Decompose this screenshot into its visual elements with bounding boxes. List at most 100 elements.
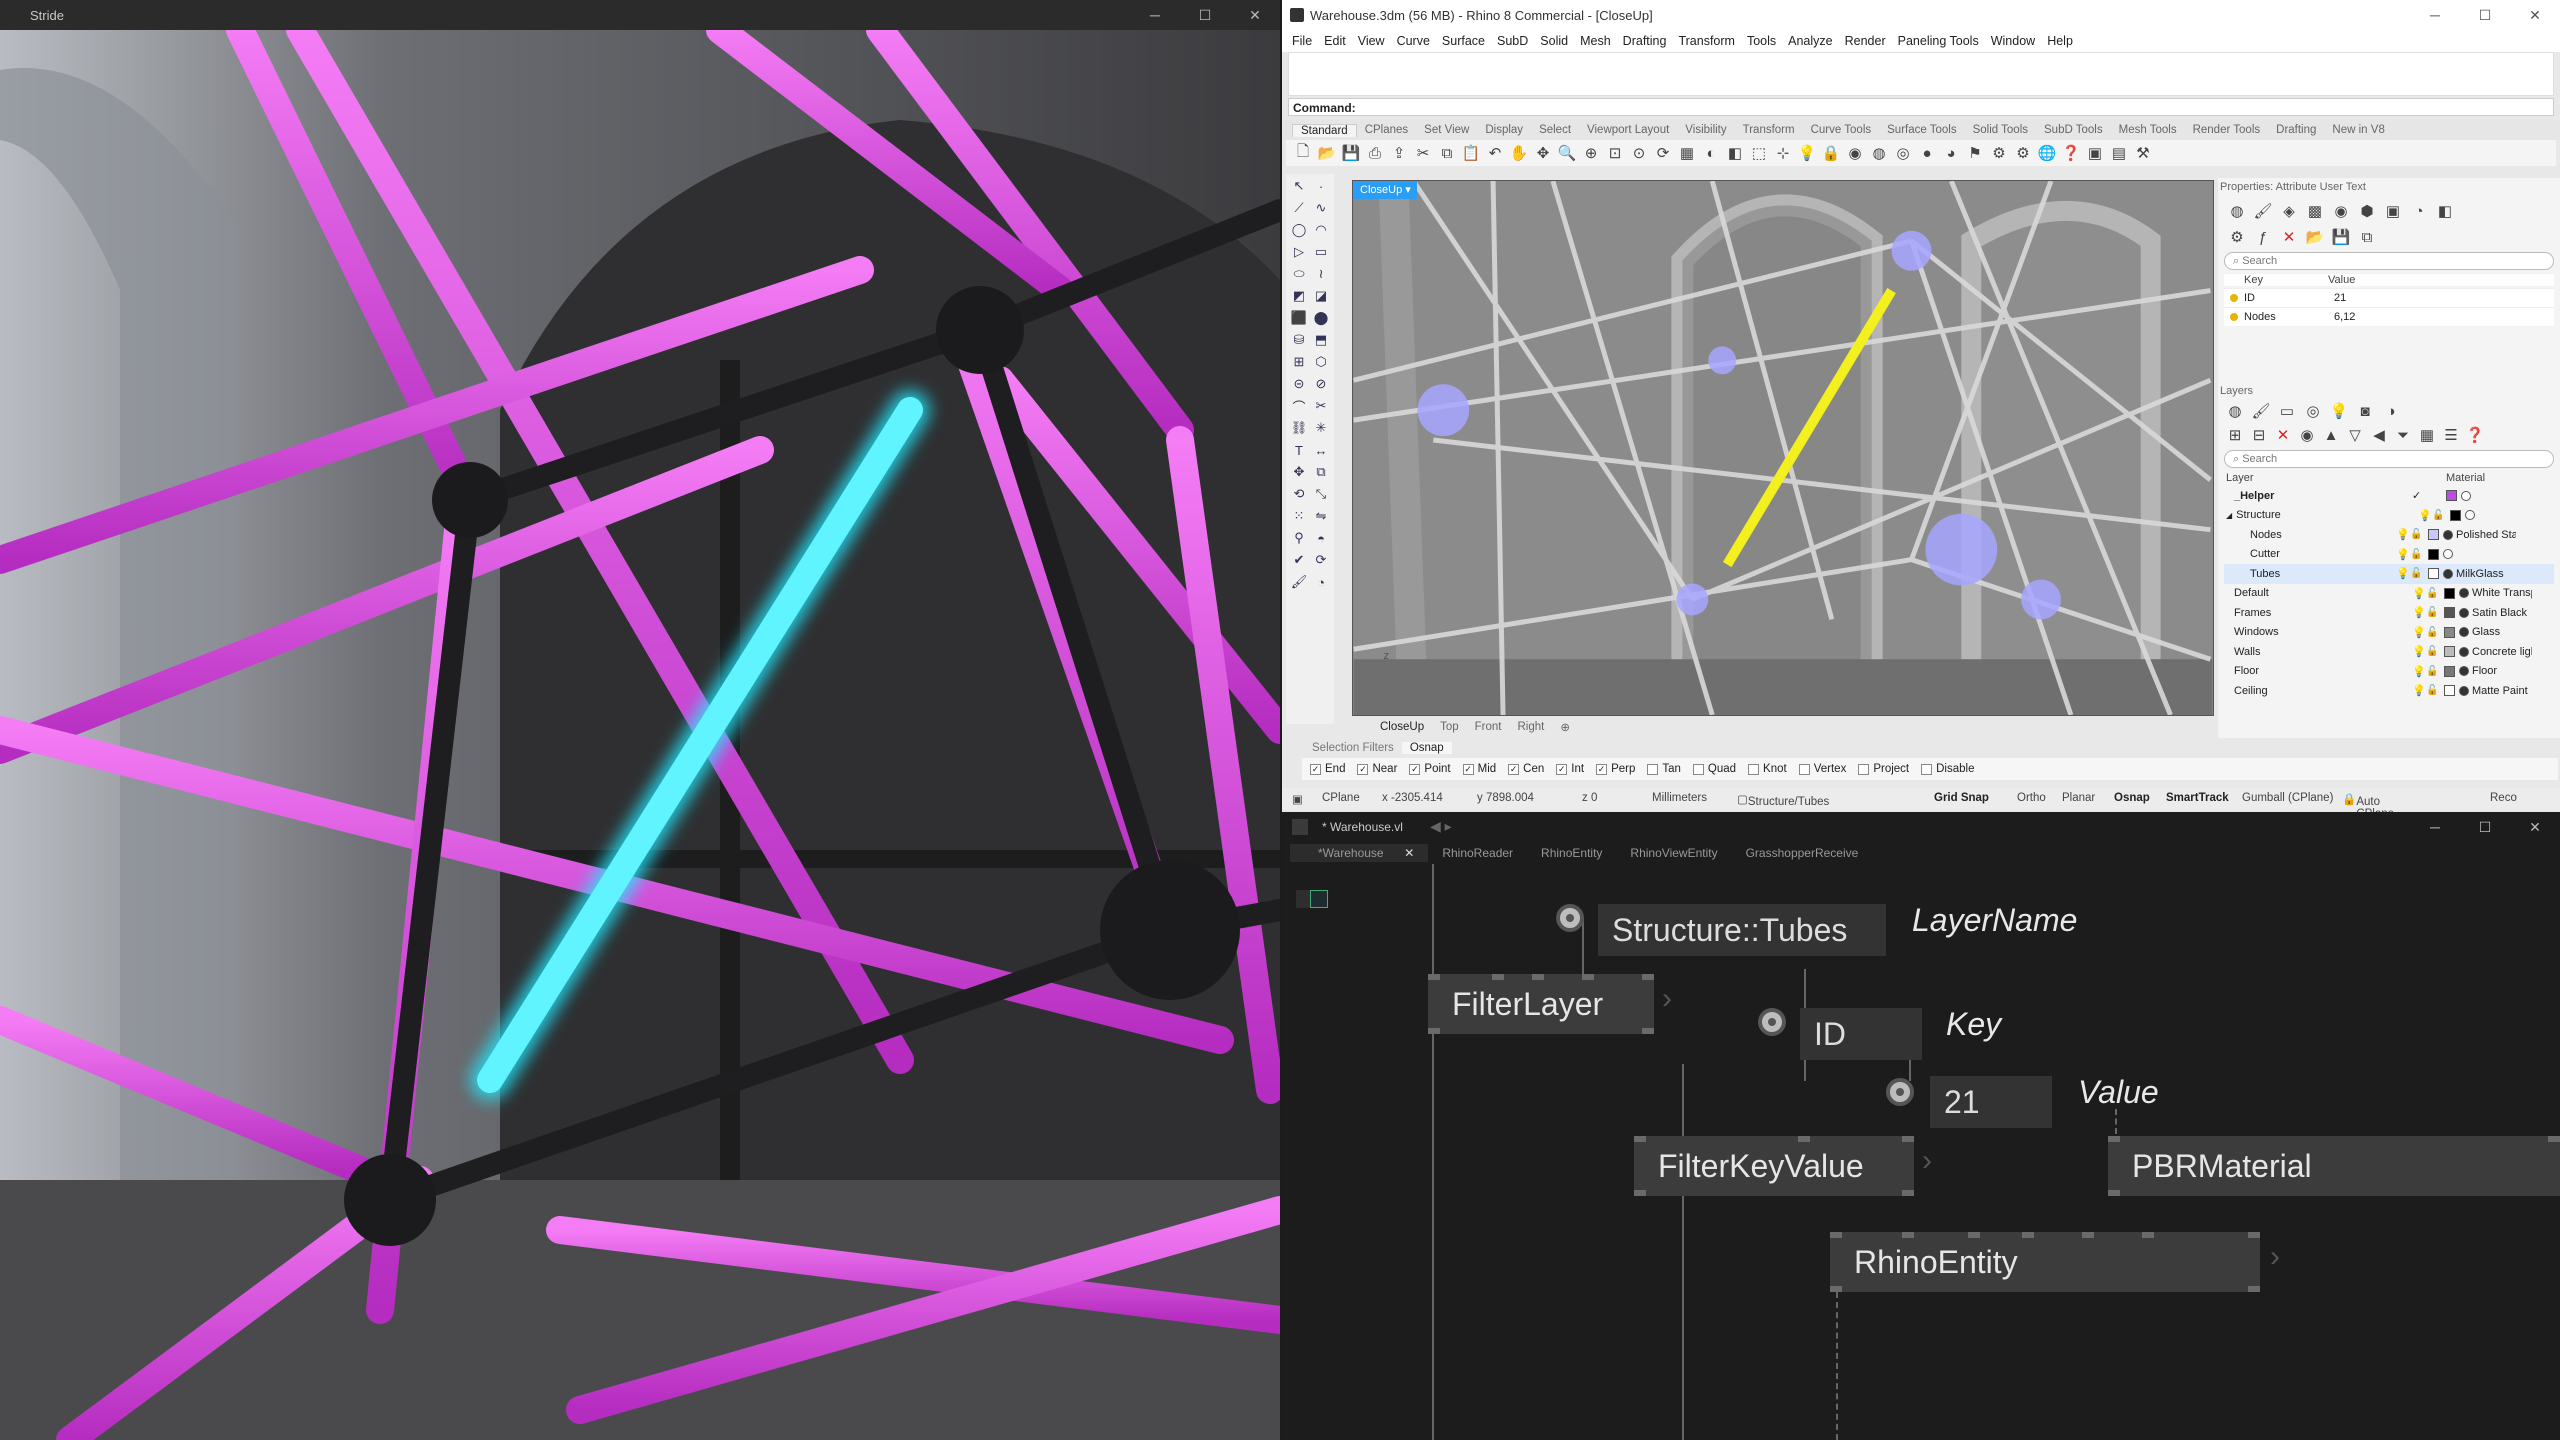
join-icon[interactable]: ⛓ — [1289, 418, 1309, 438]
tab-standard[interactable]: Standard — [1292, 123, 1357, 137]
close-icon[interactable]: ✕ — [2510, 0, 2560, 30]
rhino-titlebar[interactable]: Warehouse.3dm (56 MB) - Rhino 8 Commerci… — [1282, 0, 2560, 30]
osnap-disable-checkbox[interactable]: Disable — [1921, 763, 1974, 775]
osnap-end-checkbox[interactable]: ✓ End — [1310, 763, 1345, 775]
status-ortho[interactable]: Ortho — [2017, 792, 2046, 804]
lightbulb-icon[interactable]: 💡 — [2412, 645, 2426, 658]
key-column-header[interactable]: Key — [2224, 274, 2328, 286]
layer-color-swatch[interactable] — [2444, 685, 2455, 697]
trim-icon[interactable]: ✂ — [1311, 396, 1331, 416]
color-wheel-icon[interactable]: ◍ — [1868, 142, 1890, 164]
tab-viewport-layout[interactable]: Viewport Layout — [1579, 124, 1677, 136]
layer-props-icon[interactable]: ◍ — [2224, 400, 2246, 422]
undo-icon[interactable]: ↶ — [1484, 142, 1506, 164]
point-icon[interactable]: · — [1311, 176, 1331, 196]
tab-rhinoreader[interactable]: RhinoReader — [1428, 844, 1527, 862]
copy-object-icon[interactable]: ⧉ — [1311, 462, 1331, 482]
extrude-icon[interactable]: ⬒ — [1311, 330, 1331, 350]
layer-row[interactable]: Windows 💡 🔓 Glass — [2224, 623, 2554, 643]
add-viewport-icon[interactable]: ⊕ — [1552, 720, 1578, 734]
layers-help-icon[interactable]: ❓ — [2464, 424, 2486, 446]
paint-icon[interactable]: 🖌 — [1289, 572, 1309, 592]
layer-row[interactable]: Ceiling 💡 🔓 Matte Paint — [2224, 681, 2554, 701]
tab-render-tools[interactable]: Render Tools — [2185, 124, 2269, 136]
layer-material[interactable]: Glass — [2472, 626, 2532, 638]
layers-search[interactable]: ⌕ Search — [2224, 450, 2554, 468]
pan-icon[interactable]: ✋ — [1508, 142, 1530, 164]
texture-props-icon[interactable]: ◈ — [2278, 200, 2300, 222]
dimension-icon[interactable]: ↔ — [1311, 440, 1331, 460]
layer-color-swatch[interactable] — [2444, 587, 2455, 599]
hide-icon[interactable]: ◐ — [1700, 142, 1722, 164]
text-icon[interactable]: T — [1289, 440, 1309, 460]
layer-row[interactable]: Tubes 💡 🔓 MilkGlass — [2224, 564, 2554, 584]
zoom-icon[interactable]: 🔍 — [1556, 142, 1578, 164]
status-units[interactable]: Millimeters — [1652, 792, 1707, 804]
lightbulb-icon[interactable]: 💡 — [2412, 684, 2426, 697]
lightbulb-icon[interactable]: 💡 — [2396, 548, 2410, 561]
menu-render[interactable]: Render — [1839, 34, 1892, 48]
osnap-cen-checkbox[interactable]: ✓ Cen — [1508, 763, 1544, 775]
tab-curve-tools[interactable]: Curve Tools — [1803, 124, 1880, 136]
options-icon[interactable]: ⚙ — [2012, 142, 2034, 164]
layout-icon[interactable]: ▤ — [2108, 142, 2130, 164]
tab-warehouse[interactable]: *Warehouse ✕ — [1290, 844, 1429, 862]
surface-icon[interactable]: ◩ — [1289, 286, 1309, 306]
export-keys-icon[interactable]: 💾 — [2330, 226, 2352, 248]
material-props-icon[interactable]: 🖌 — [2252, 200, 2274, 222]
zoom-window-icon[interactable]: ⊕ — [1580, 142, 1602, 164]
layer-row[interactable]: Floor 💡 🔓 Floor — [2224, 662, 2554, 682]
unlock-icon[interactable]: 🔓 — [2432, 510, 2446, 521]
shadows-icon[interactable]: ◔ — [2408, 200, 2430, 222]
explode-icon[interactable]: ✳ — [1311, 418, 1331, 438]
layer-row[interactable]: _Helper ✓ — [2224, 486, 2554, 506]
render-props-icon[interactable]: ▣ — [2382, 200, 2404, 222]
layer-material[interactable]: MilkGlass — [2456, 568, 2516, 580]
maximize-icon[interactable]: ☐ — [2460, 0, 2510, 30]
menu-window[interactable]: Window — [1985, 34, 2041, 48]
menu-transform[interactable]: Transform — [1672, 34, 1741, 48]
osnap-project-checkbox[interactable]: Project — [1858, 763, 1909, 775]
pbrmaterial-node[interactable]: PBRMaterial — [2108, 1136, 2560, 1196]
decal-icon[interactable]: ◉ — [2330, 200, 2352, 222]
close-icon[interactable]: ✕ — [1230, 0, 1280, 30]
command-input[interactable]: Command: — [1288, 98, 2554, 116]
layer-color-swatch[interactable] — [2450, 509, 2462, 521]
tab-cplanes[interactable]: CPlanes — [1357, 124, 1416, 136]
layer-color-swatch[interactable] — [2428, 529, 2439, 541]
move-down-icon[interactable]: ▽ — [2344, 424, 2366, 446]
light-icon[interactable]: 💡 — [1796, 142, 1818, 164]
tools-grid-icon[interactable]: ▦ — [2416, 424, 2438, 446]
polygon-icon[interactable]: ▷ — [1289, 242, 1309, 262]
render-tool-icon[interactable]: ◓ — [1311, 528, 1331, 548]
unlock-icon[interactable]: 🔓 — [2426, 666, 2440, 677]
lightbulb-icon[interactable]: 💡 — [2396, 567, 2410, 580]
arc-icon[interactable]: ◠ — [1311, 220, 1331, 240]
select-arrow-icon[interactable]: ↖ — [1289, 176, 1309, 196]
osnap-int-checkbox[interactable]: ✓ Int — [1556, 763, 1584, 775]
match-icon[interactable]: ⧉ — [2356, 226, 2378, 248]
open-file-icon[interactable]: 📂 — [1316, 142, 1338, 164]
zoom-selected-icon[interactable]: ⊙ — [1628, 142, 1650, 164]
osnap-point-checkbox[interactable]: ✓ Point — [1409, 763, 1451, 775]
layer-color-swatch[interactable] — [2428, 568, 2439, 580]
lock-icon[interactable]: 🔒 — [1820, 142, 1842, 164]
key-pin-icon[interactable] — [1758, 1008, 1786, 1036]
lightbulb-icon[interactable]: 💡 — [2412, 665, 2426, 678]
tab-rhinoviewentity[interactable]: RhinoViewEntity — [1616, 844, 1731, 862]
subd-icon[interactable]: ⬡ — [1311, 352, 1331, 372]
tab-visibility[interactable]: Visibility — [1677, 124, 1734, 136]
osnap-perp-checkbox[interactable]: ✓ Perp — [1596, 763, 1635, 775]
shaded-icon[interactable]: ● — [1916, 142, 1938, 164]
menu-drafting[interactable]: Drafting — [1617, 34, 1673, 48]
status-autocplane[interactable]: 🔒 Auto CPlane (World) — [2342, 792, 2394, 832]
menu-solid[interactable]: Solid — [1534, 34, 1574, 48]
menu-surface[interactable]: Surface — [1436, 34, 1491, 48]
lightbulb-icon[interactable]: 💡 — [2418, 509, 2432, 522]
minimize-icon[interactable]: ─ — [2410, 0, 2460, 30]
unlock-icon[interactable]: 🔓 — [2410, 549, 2424, 560]
user-text-icon[interactable]: ▩ — [2304, 200, 2326, 222]
scale-icon[interactable]: ⤡ — [1311, 484, 1331, 504]
layer-icon[interactable]: ◧ — [1724, 142, 1746, 164]
lightbulb-icon[interactable]: 💡 — [2412, 626, 2426, 639]
